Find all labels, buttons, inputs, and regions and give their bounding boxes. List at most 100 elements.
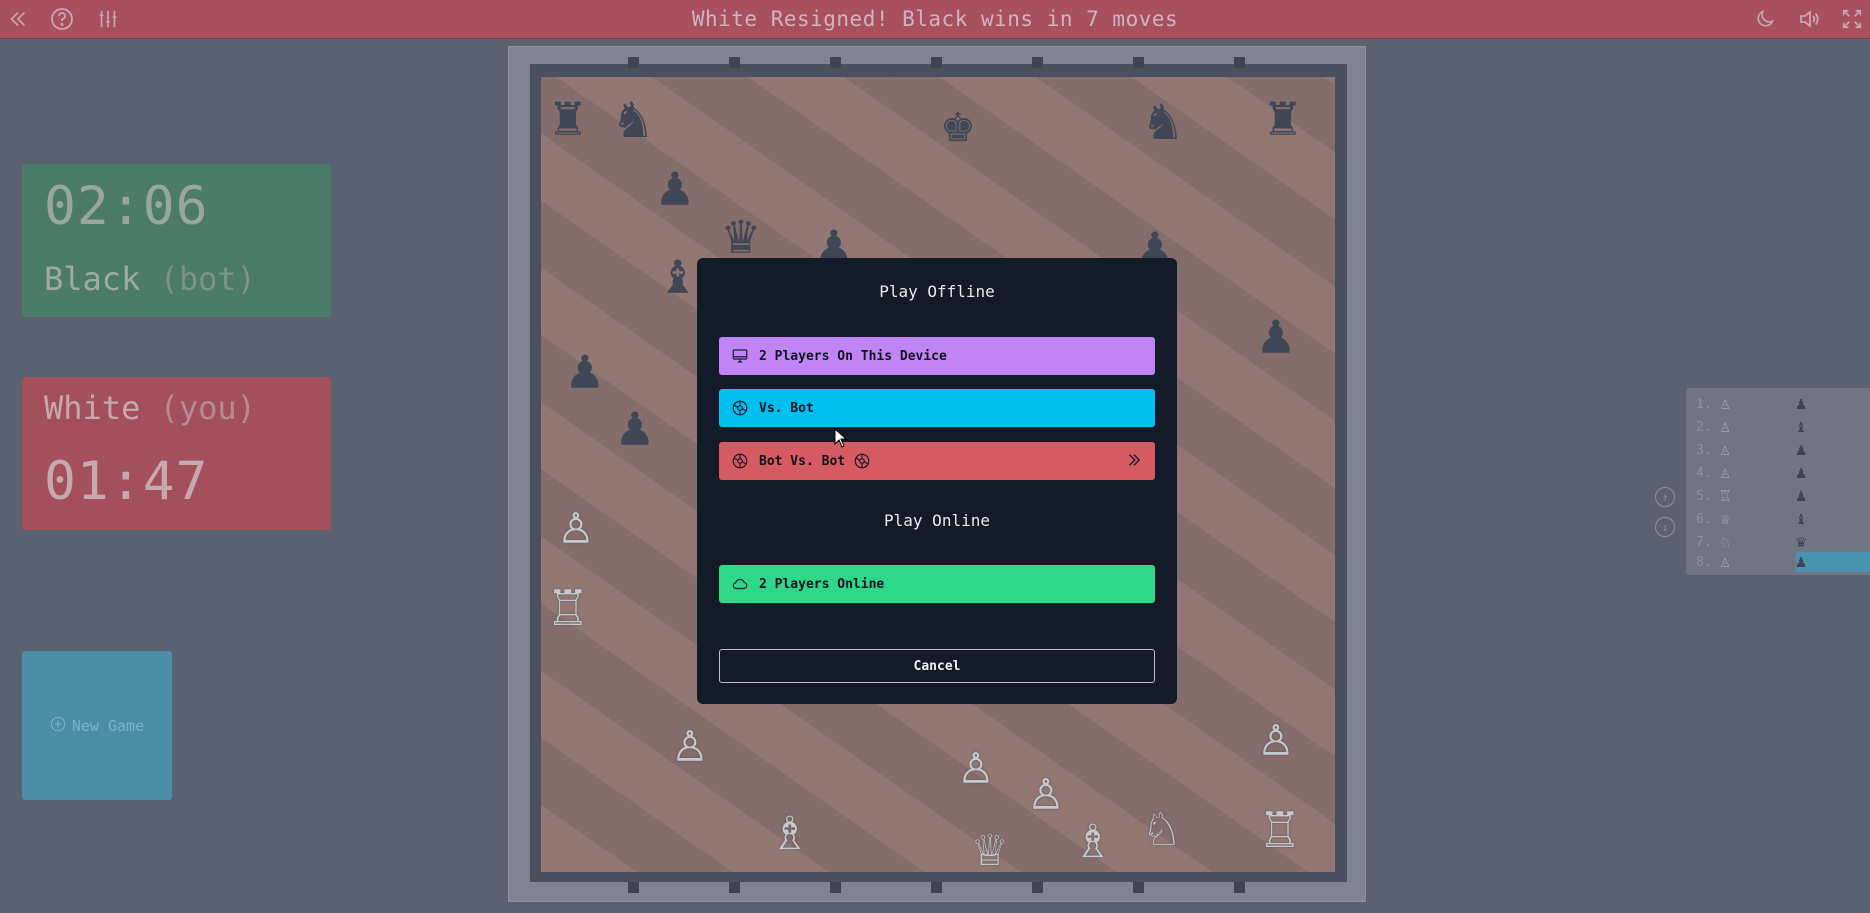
black-move[interactable]: ♝ [1796,417,1870,437]
bot-gear-icon [853,451,873,471]
board-tick [1032,882,1043,893]
board-tick [830,57,841,68]
move-row[interactable]: 2. ♙ ♝ [1686,417,1870,439]
white-pawn[interactable]: ♙ [673,715,707,771]
black-move[interactable]: ♝ [1796,509,1870,529]
black-clock-panel: 02:06 Black (bot) [22,164,331,317]
white-bishop[interactable]: ♗ [773,803,807,859]
new-game-button[interactable]: New Game [22,651,172,800]
top-bar: White Resigned! Black wins in 7 moves [0,0,1870,39]
vs-bot-button[interactable]: Vs. Bot [719,389,1155,427]
play-offline-heading: Play Offline [879,282,995,301]
black-player-label: Black [44,260,141,298]
white-rook[interactable]: ♖ [1263,801,1297,857]
scroll-up-icon[interactable]: ↑ [1655,487,1675,507]
white-rook[interactable]: ♖ [551,579,585,635]
move-number: 5. [1696,489,1712,504]
black-pawn[interactable]: ♟ [618,399,652,455]
white-clock-time: 01:47 [44,451,209,512]
white-pawn[interactable]: ♙ [959,737,993,793]
white-move[interactable]: ♘ [1720,532,1730,552]
two-players-device-label: 2 Players On This Device [759,348,947,364]
move-row[interactable]: 5. ♖ ♟ [1686,486,1870,508]
black-pawn[interactable]: ♟ [568,342,602,398]
black-move[interactable]: ♟ [1796,440,1870,460]
move-number: 4. [1696,466,1712,481]
white-pawn[interactable]: ♙ [1259,709,1293,765]
black-king[interactable]: ♚ [941,95,975,151]
move-number: 7. [1696,535,1712,550]
white-move[interactable]: ♕ [1720,509,1730,529]
black-pawn[interactable]: ♟ [1259,307,1293,363]
move-list[interactable]: 1. ♙ ♟ 2. ♙ ♝ 3. ♙ ♟ 4. ♙ ♟ 5. ♖ ♟ 6. ♕ … [1686,388,1870,575]
board-tick [931,882,942,893]
black-knight[interactable]: ♞ [616,91,650,147]
bot-vs-bot-button[interactable]: Bot Vs. Bot [719,442,1155,480]
black-queen[interactable]: ♛ [724,207,758,263]
white-bishop[interactable]: ♗ [1076,811,1110,867]
bot-gear-icon [730,398,750,418]
black-move[interactable]: ♟ [1796,486,1870,506]
white-move[interactable]: ♙ [1720,463,1730,483]
monitor-icon [730,346,750,366]
play-online-heading: Play Online [884,511,990,530]
board-tick [1234,57,1245,68]
move-row[interactable]: 8. ♙ ♟ [1686,552,1870,574]
black-player-name: Black (bot) [44,260,256,298]
move-row[interactable]: 7. ♘ ♛ [1686,532,1870,554]
black-move[interactable]: ♟ [1796,463,1870,483]
board-tick [628,882,639,893]
cloud-icon [730,574,750,594]
black-pawn[interactable]: ♟ [658,159,692,215]
double-chevron-right-icon [1125,451,1143,473]
black-move[interactable]: ♛ [1796,532,1870,552]
moon-icon[interactable] [1753,7,1777,31]
white-move[interactable]: ♙ [1720,440,1730,460]
black-move[interactable]: ♟ [1796,394,1870,414]
move-row[interactable]: 4. ♙ ♟ [1686,463,1870,485]
move-number: 6. [1696,512,1712,527]
move-row[interactable]: 6. ♕ ♝ [1686,509,1870,531]
board-tick [830,882,841,893]
two-players-online-button[interactable]: 2 Players Online [719,565,1155,603]
white-player-label: White [44,389,141,427]
white-pawn[interactable]: ♙ [1029,763,1063,819]
black-knight[interactable]: ♞ [1146,93,1180,149]
two-players-device-button[interactable]: 2 Players On This Device [719,337,1155,375]
black-bishop[interactable]: ♝ [661,247,695,303]
volume-icon[interactable] [1797,7,1821,31]
move-row[interactable]: 1. ♙ ♟ [1686,394,1870,416]
board-tick [628,57,639,68]
new-game-label: New Game [71,716,145,735]
black-rook[interactable]: ♜ [1266,89,1300,145]
white-clock-panel: White (you) 01:47 [22,377,331,530]
move-number: 1. [1696,397,1712,412]
board-tick [1133,57,1144,68]
board-tick [729,57,740,68]
scroll-down-icon[interactable]: ↓ [1655,517,1675,537]
play-mode-dialog: Play Offline 2 Players On This Device Vs… [697,258,1177,704]
bot-gear-icon [730,451,750,471]
board-tick [1234,882,1245,893]
move-number: 3. [1696,443,1712,458]
white-move[interactable]: ♙ [1720,394,1730,414]
white-player-tag: (you) [159,389,256,427]
white-knight[interactable]: ♘ [1145,799,1179,855]
cancel-button[interactable]: Cancel [719,649,1155,683]
move-number: 2. [1696,420,1712,435]
fullscreen-icon[interactable] [1840,7,1864,31]
white-move[interactable]: ♖ [1720,486,1730,506]
board-tick [729,882,740,893]
white-move[interactable]: ♙ [1720,552,1730,572]
white-move[interactable]: ♙ [1720,417,1730,437]
board-tick [1133,882,1144,893]
white-queen[interactable]: ♕ [973,819,1007,873]
white-player-name: White (you) [44,389,256,427]
black-move-selected[interactable]: ♟ [1796,552,1870,572]
black-rook[interactable]: ♜ [551,89,585,145]
plus-circle-icon [50,716,66,736]
move-row[interactable]: 3. ♙ ♟ [1686,440,1870,462]
game-status-text: White Resigned! Black wins in 7 moves [691,7,1179,31]
white-pawn[interactable]: ♙ [559,497,593,553]
black-clock-time: 02:06 [44,176,209,237]
